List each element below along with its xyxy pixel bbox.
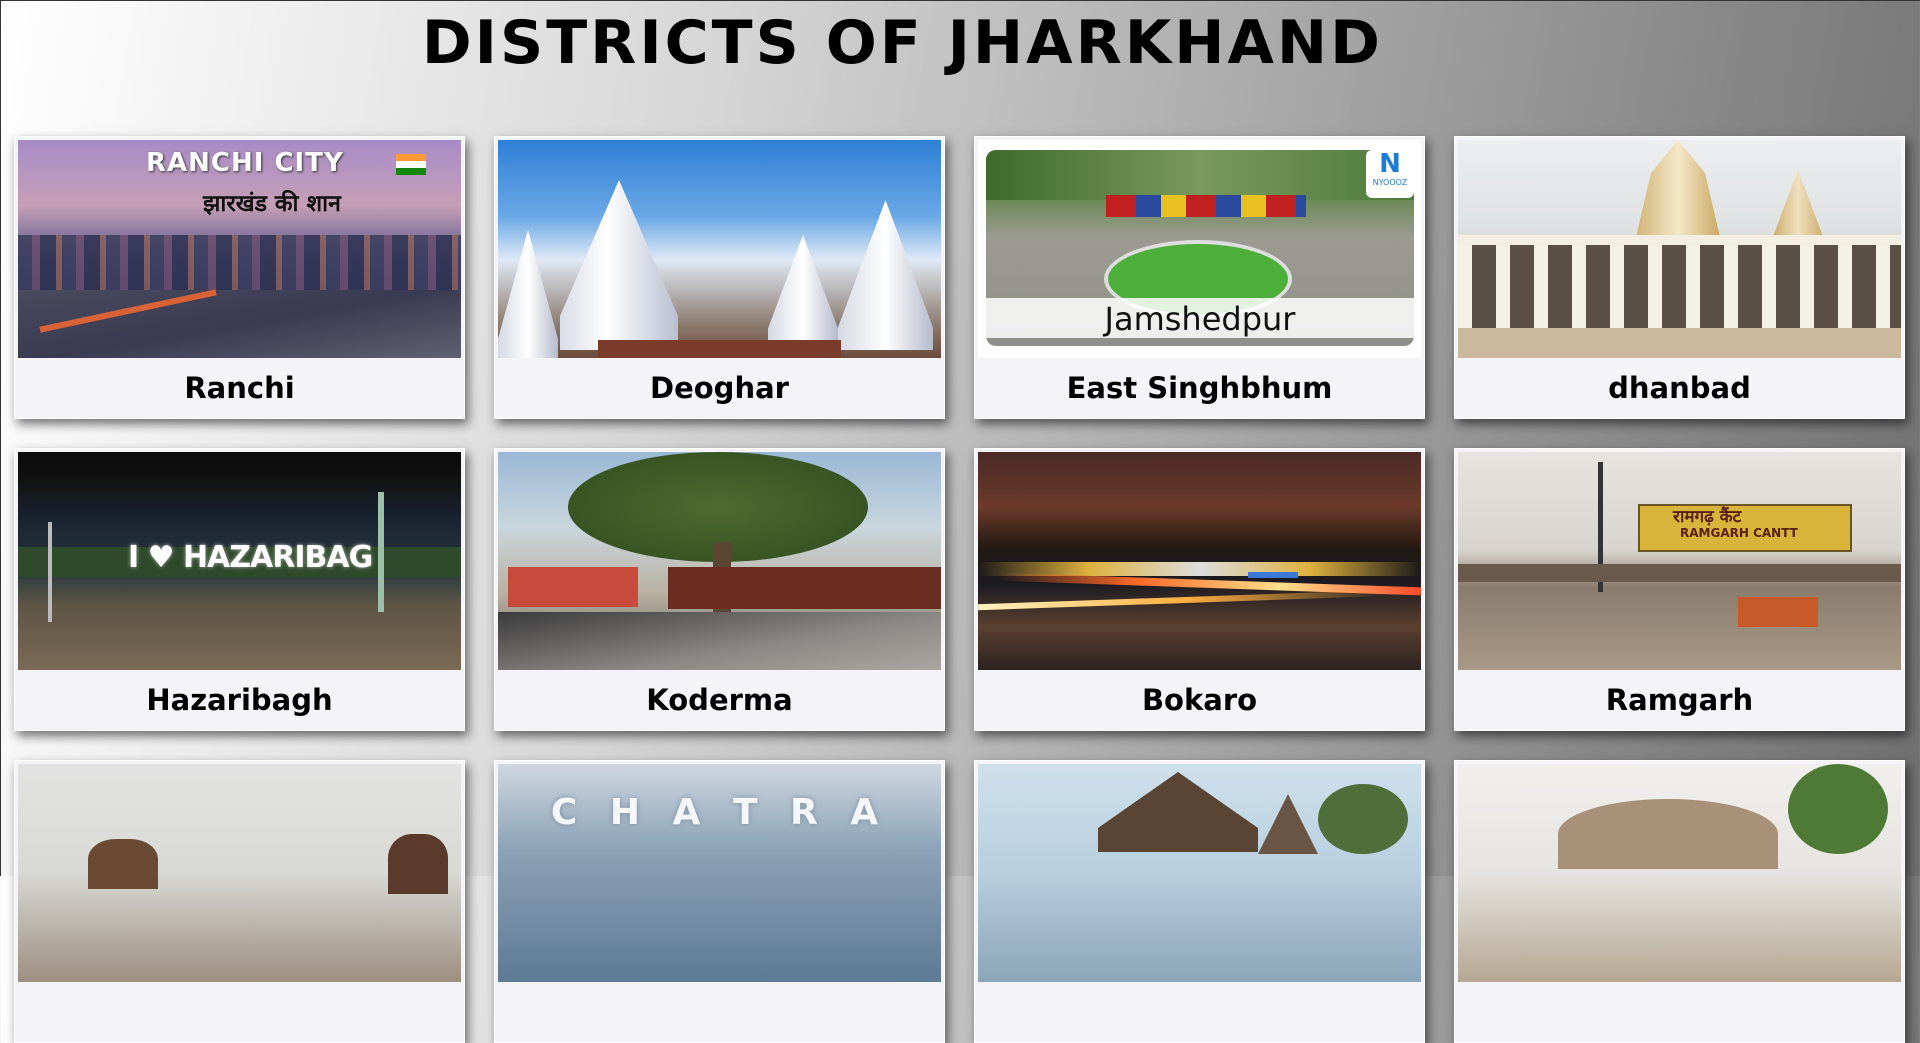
- district-card-east-singhbhum[interactable]: Jamshedpur N NYOOOZ East Singhbhum: [974, 136, 1425, 419]
- flag-icon: [396, 154, 426, 175]
- district-card-bokaro[interactable]: Bokaro: [974, 448, 1425, 731]
- district-label: [15, 987, 464, 1037]
- district-label: Koderma: [646, 683, 793, 717]
- jamshedpur-image: Jamshedpur N NYOOOZ: [978, 140, 1421, 358]
- district-label: East Singhbhum: [1066, 371, 1333, 405]
- district-label: [495, 987, 944, 1037]
- page-frame: [0, 0, 1920, 876]
- ranchi-overlay-title: RANCHI CITY: [146, 148, 344, 178]
- district-image: [978, 764, 1421, 982]
- chatra-image: C H A T R A: [498, 764, 941, 982]
- district-card-deoghar[interactable]: Deoghar: [494, 136, 945, 419]
- jamshedpur-overlay: Jamshedpur: [1104, 300, 1296, 338]
- ramgarh-sign-english: RAMGARH CANTT: [1680, 526, 1798, 540]
- chatra-overlay: C H A T R A: [550, 792, 889, 833]
- koderma-image: [498, 452, 941, 670]
- ramgarh-sign-hindi: रामगढ़ कैंट: [1673, 507, 1742, 527]
- district-card[interactable]: [14, 760, 465, 1043]
- district-label: dhanbad: [1608, 371, 1751, 405]
- district-card-koderma[interactable]: Koderma: [494, 448, 945, 731]
- district-image: [18, 764, 461, 982]
- district-label: Hazaribagh: [146, 683, 333, 717]
- district-card[interactable]: [974, 760, 1425, 1043]
- hazaribag-sign: I ♥ HAZARIBAG: [128, 540, 373, 575]
- district-label: [975, 987, 1424, 1037]
- district-card-chatra[interactable]: C H A T R A: [494, 760, 945, 1043]
- district-label: Ranchi: [184, 371, 295, 405]
- district-card-dhanbad[interactable]: dhanbad: [1454, 136, 1905, 419]
- hazaribagh-image: I ♥ HAZARIBAG: [18, 452, 461, 670]
- district-image: [1458, 764, 1901, 982]
- ramgarh-image: रामगढ़ कैंट RAMGARH CANTT: [1458, 452, 1901, 670]
- district-label: [1455, 987, 1904, 1037]
- deoghar-image: [498, 140, 941, 358]
- bokaro-image: [978, 452, 1421, 670]
- district-card[interactable]: [1454, 760, 1905, 1043]
- district-label: Deoghar: [650, 371, 789, 405]
- ranchi-image: RANCHI CITY झारखंड की शान: [18, 140, 461, 358]
- page-title: DISTRICTS OF JHARKHAND: [421, 8, 1383, 78]
- nyoooz-logo: N NYOOOZ: [1366, 150, 1414, 198]
- district-card-ramgarh[interactable]: रामगढ़ कैंट RAMGARH CANTT Ramgarh: [1454, 448, 1905, 731]
- dhanbad-image: [1458, 140, 1901, 358]
- district-label: Ramgarh: [1605, 683, 1754, 717]
- district-card-ranchi[interactable]: RANCHI CITY झारखंड की शान Ranchi: [14, 136, 465, 419]
- district-label: Bokaro: [1141, 683, 1258, 717]
- district-card-hazaribagh[interactable]: I ♥ HAZARIBAG Hazaribagh: [14, 448, 465, 731]
- ranchi-overlay-subtitle: झारखंड की शान: [203, 191, 341, 217]
